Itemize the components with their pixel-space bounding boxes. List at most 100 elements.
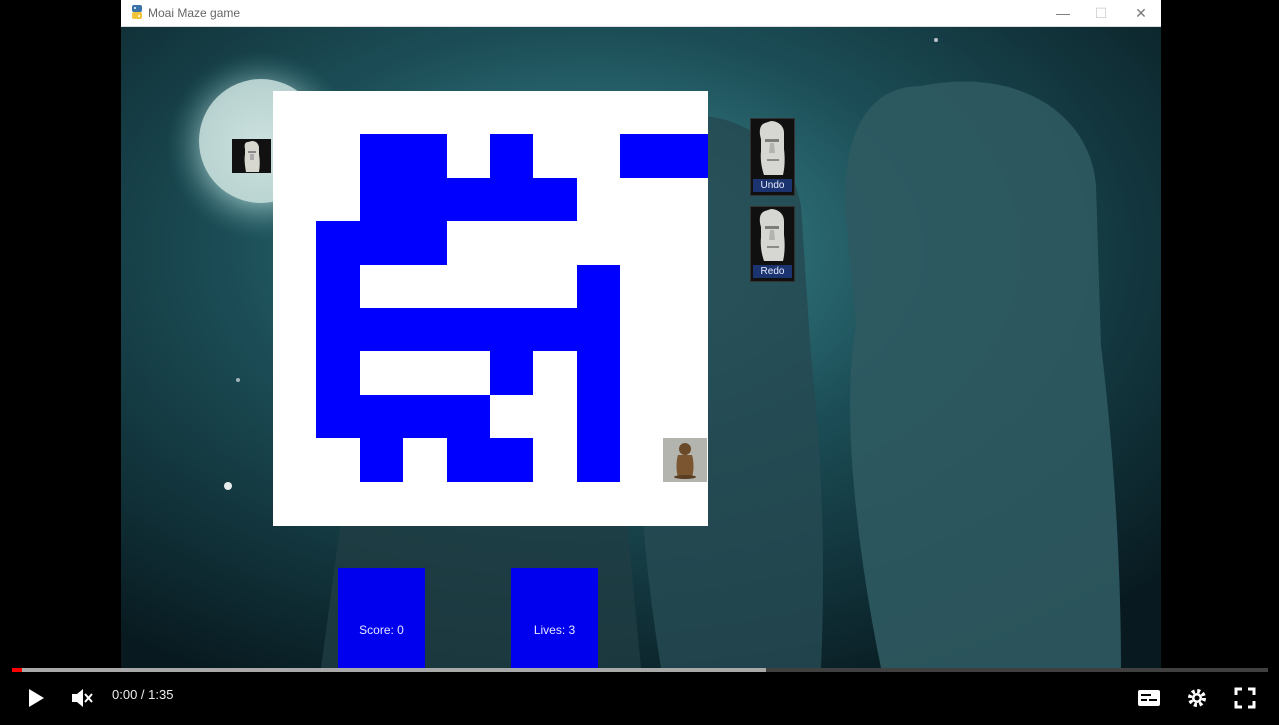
score-text: Score: 0	[359, 622, 404, 637]
moai-player-icon	[244, 141, 260, 172]
maze-wall-tile	[576, 264, 621, 309]
maze-path-tile	[446, 481, 491, 526]
maze-path-tile	[533, 481, 578, 526]
maze-path-tile	[620, 438, 665, 483]
minimize-button[interactable]: —	[1043, 0, 1083, 26]
maze-path-tile	[273, 308, 317, 352]
maze-wall-tile	[490, 438, 534, 483]
play-button[interactable]	[18, 680, 54, 716]
maze-path-tile	[620, 221, 665, 266]
maze-path-tile	[620, 91, 665, 135]
maze-path-tile	[403, 264, 448, 309]
maze-path-tile	[273, 481, 317, 526]
maze-path-tile	[576, 91, 621, 135]
maze-path-tile	[533, 394, 578, 439]
muted-speaker-icon	[72, 689, 93, 707]
maze-path-tile	[316, 134, 361, 179]
maze-wall-tile	[316, 264, 361, 309]
maze-wall-tile	[576, 351, 621, 396]
maze-wall-tile	[316, 351, 361, 396]
maze-path-tile	[403, 438, 448, 483]
maze-path-tile	[663, 91, 708, 135]
player-moai-tile[interactable]	[232, 139, 271, 173]
maze-path-tile	[576, 134, 621, 179]
subtitles-icon	[1138, 690, 1160, 706]
maze-wall-tile	[663, 134, 708, 179]
maze-wall-tile	[446, 308, 491, 352]
maze-path-tile	[446, 134, 491, 179]
maze-path-tile	[273, 91, 317, 135]
maze-path-tile	[533, 91, 578, 135]
game-area: Undo Redo Score: 0 Lives: 3	[121, 26, 1161, 668]
maze-path-tile	[359, 91, 404, 135]
maze-path-tile	[273, 221, 317, 266]
maze-wall-tile	[576, 308, 621, 352]
maze-wall-tile	[403, 308, 448, 352]
redo-label: Redo	[753, 265, 792, 278]
maze-wall-tile	[490, 177, 534, 222]
maze-path-tile	[576, 177, 621, 222]
window-title: Moai Maze game	[148, 6, 241, 20]
maze-path-tile	[403, 481, 448, 526]
redo-button[interactable]: Redo	[750, 206, 795, 282]
maze-wall-tile	[359, 134, 404, 179]
subtitles-button[interactable]	[1131, 680, 1167, 716]
maze-wall-tile	[403, 134, 448, 179]
maze-wall-tile	[620, 134, 665, 179]
close-button[interactable]: ✕	[1121, 0, 1161, 26]
maze-path-tile	[446, 91, 491, 135]
maze-path-tile	[663, 394, 708, 439]
undo-button[interactable]: Undo	[750, 118, 795, 196]
fullscreen-icon	[1234, 687, 1256, 709]
maze-path-tile	[576, 221, 621, 266]
moai-head-icon	[759, 121, 785, 175]
maze-wall-tile	[403, 177, 448, 222]
undo-label: Undo	[753, 179, 792, 192]
maze-wall-tile	[446, 438, 491, 483]
maximize-button[interactable]: ☐	[1081, 0, 1121, 26]
fullscreen-button[interactable]	[1227, 680, 1263, 716]
maze-path-tile	[663, 264, 708, 309]
maze-wall-tile	[316, 308, 361, 352]
python-icon	[132, 5, 142, 19]
maze-path-tile	[576, 481, 621, 526]
maze-path-tile	[273, 438, 317, 483]
maze-path-tile	[620, 308, 665, 352]
play-icon	[29, 689, 44, 707]
maze-path-tile	[663, 481, 708, 526]
maze-path-tile	[446, 351, 491, 396]
maze-path-tile	[490, 221, 534, 266]
maze-path-tile	[403, 91, 448, 135]
maze-wall-tile	[490, 308, 534, 352]
maze-wall-tile	[403, 221, 448, 266]
maze-path-tile	[403, 351, 448, 396]
gear-icon	[1188, 689, 1206, 707]
maze-wall-tile	[576, 394, 621, 439]
statue-goal-icon	[674, 443, 696, 479]
maze-path-tile	[533, 134, 578, 179]
maze-path-tile	[620, 177, 665, 222]
maze-path-tile	[490, 264, 534, 309]
maze-path-tile	[663, 308, 708, 352]
maze-wall-tile	[490, 351, 534, 396]
maze-wall-tile	[359, 221, 404, 266]
maze-path-tile	[533, 221, 578, 266]
maze-path-tile	[316, 177, 361, 222]
mute-button[interactable]	[64, 680, 100, 716]
settings-button[interactable]	[1179, 680, 1215, 716]
goal-statue-tile	[663, 438, 707, 482]
maze-path-tile	[316, 481, 361, 526]
maze-path-tile	[663, 177, 708, 222]
maze-path-tile	[490, 394, 534, 439]
video-controls: 0:00 / 1:35	[0, 672, 1279, 725]
maze-path-tile	[273, 394, 317, 439]
moai-head-icon	[759, 209, 785, 261]
maze-path-tile	[273, 264, 317, 309]
maze-path-tile	[620, 481, 665, 526]
maze-wall-tile	[576, 438, 621, 483]
maze-path-tile	[359, 264, 404, 309]
maze-path-tile	[620, 264, 665, 309]
score-panel: Score: 0	[338, 568, 425, 668]
maze-wall-tile	[446, 394, 491, 439]
maze-path-tile	[620, 351, 665, 396]
